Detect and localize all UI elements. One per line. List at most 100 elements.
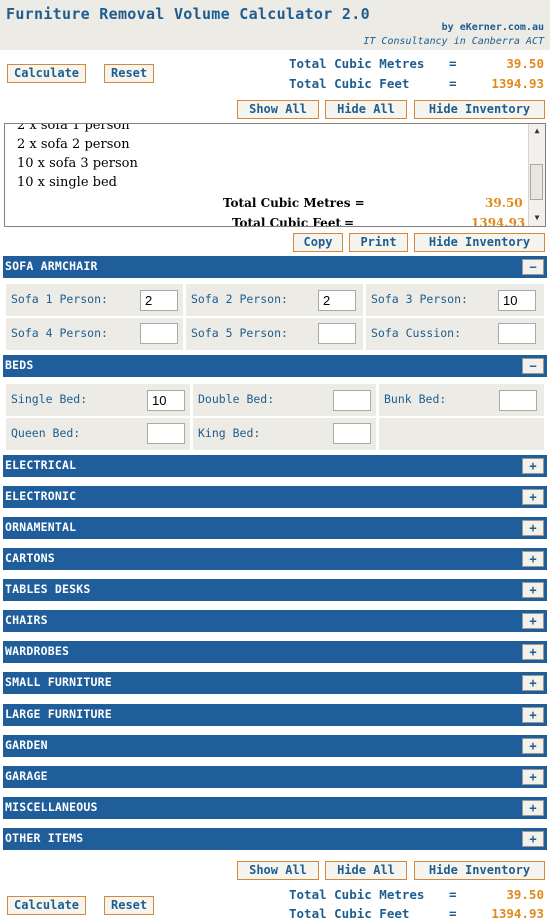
bottom-show-all-button[interactable]: Show All [237,861,319,880]
bunk-bed-input[interactable] [499,390,537,411]
section-title: OTHER ITEMS [5,831,84,845]
inventory-scrollbar[interactable]: ▲ ▼ [528,124,545,226]
section-beds[interactable]: BEDS − [3,355,547,377]
inventory-metres-label: Total Cubic Metres = [223,196,365,210]
field-label: King Bed: [198,426,261,440]
scroll-up-icon[interactable]: ▲ [532,126,542,136]
bottom-total-metres-label: Total Cubic Metres [289,887,425,902]
section-title: SOFA ARMCHAIR [5,259,98,273]
section-title: ORNAMENTAL [5,520,77,534]
inventory-metres-value: 39.50 [485,196,523,210]
total-metres-equals: = [449,56,457,71]
expand-icon[interactable]: + [522,675,544,691]
sofa-2-person-input[interactable] [318,290,356,311]
inventory-textbox[interactable]: 2 x sofa 1 person 2 x sofa 2 person 10 x… [4,123,546,227]
field-sofa-1: Sofa 1 Person: [6,284,183,316]
hide-inventory-button[interactable]: Hide Inventory [414,100,545,119]
total-feet-equals: = [449,76,457,91]
section-sofa-armchair[interactable]: SOFA ARMCHAIR − [3,256,547,278]
show-all-button[interactable]: Show All [237,100,319,119]
scroll-down-icon[interactable]: ▼ [532,213,542,223]
inventory-line: 2 x sofa 2 person [17,137,130,152]
expand-icon[interactable]: + [522,582,544,598]
single-bed-input[interactable] [147,390,185,411]
bottom-hide-inventory-button[interactable]: Hide Inventory [414,861,545,880]
section-miscellaneous[interactable]: MISCELLANEOUS + [3,797,547,819]
bottom-total-feet-equals: = [449,906,457,921]
expand-icon[interactable]: + [522,458,544,474]
field-label: Double Bed: [198,392,275,406]
expand-icon[interactable]: + [522,707,544,723]
section-title: MISCELLANEOUS [5,800,98,814]
section-cartons[interactable]: CARTONS + [3,548,547,570]
inventory-line: 10 x single bed [17,175,117,190]
section-title: ELECTRONIC [5,489,77,503]
section-title: ELECTRICAL [5,458,77,472]
collapse-icon[interactable]: − [522,259,544,275]
inventory-hide-button[interactable]: Hide Inventory [414,233,545,252]
expand-icon[interactable]: + [522,613,544,629]
sofa-3-person-input[interactable] [498,290,536,311]
section-large-furniture[interactable]: LARGE FURNITURE + [3,704,547,726]
expand-icon[interactable]: + [522,769,544,785]
field-sofa-4: Sofa 4 Person: [6,318,183,350]
queen-bed-input[interactable] [147,423,185,444]
sofa-cussion-input[interactable] [498,323,536,344]
section-garage[interactable]: GARAGE + [3,766,547,788]
section-electrical[interactable]: ELECTRICAL + [3,455,547,477]
section-small-furniture[interactable]: SMALL FURNITURE + [3,672,547,694]
section-electronic[interactable]: ELECTRONIC + [3,486,547,508]
section-title: TABLES DESKS [5,582,91,596]
inventory-line: 2 x sofa 1 person [17,123,130,133]
total-metres-label: Total Cubic Metres [289,56,425,71]
section-title: CARTONS [5,551,55,565]
field-label: Sofa 4 Person: [11,326,108,340]
double-bed-input[interactable] [333,390,371,411]
field-king-bed: King Bed: [193,418,376,450]
copy-button[interactable]: Copy [293,233,343,252]
field-label: Sofa 1 Person: [11,292,108,306]
bottom-calculate-button[interactable]: Calculate [7,896,87,915]
inventory-content: 2 x sofa 1 person 2 x sofa 2 person 10 x… [17,123,527,227]
field-bunk-bed: Bunk Bed: [379,384,544,416]
expand-icon[interactable]: + [522,644,544,660]
print-button[interactable]: Print [349,233,408,252]
reset-button[interactable]: Reset [104,64,155,83]
bottom-total-metres-value: 39.50 [506,887,544,902]
field-single-bed: Single Bed: [6,384,190,416]
king-bed-input[interactable] [333,423,371,444]
field-label: Sofa 5 Person: [191,326,288,340]
expand-icon[interactable]: + [522,551,544,567]
inventory-feet-label: Total Cubic Feet [232,216,341,227]
scroll-thumb[interactable] [530,164,543,200]
expand-icon[interactable]: + [522,520,544,536]
section-title: WARDROBES [5,644,70,658]
byline-link[interactable]: by eKerner.com.au [442,22,544,33]
section-other-items[interactable]: OTHER ITEMS + [3,828,547,850]
sofa-4-person-input[interactable] [140,323,178,344]
section-ornamental[interactable]: ORNAMENTAL + [3,517,547,539]
collapse-icon[interactable]: − [522,358,544,374]
section-garden[interactable]: GARDEN + [3,735,547,757]
field-queen-bed: Queen Bed: [6,418,190,450]
expand-icon[interactable]: + [522,831,544,847]
field-sofa-2: Sofa 2 Person: [186,284,363,316]
expand-icon[interactable]: + [522,800,544,816]
calculate-button[interactable]: Calculate [7,64,87,83]
sofa-5-person-input[interactable] [318,323,356,344]
empty-cell [379,418,544,450]
bottom-reset-button[interactable]: Reset [104,896,155,915]
bottom-total-metres-equals: = [449,887,457,902]
expand-icon[interactable]: + [522,738,544,754]
expand-icon[interactable]: + [522,489,544,505]
hide-all-button[interactable]: Hide All [325,100,407,119]
total-feet-value: 1394.93 [491,76,544,91]
bottom-hide-all-button[interactable]: Hide All [325,861,407,880]
section-chairs[interactable]: CHAIRS + [3,610,547,632]
section-tables-desks[interactable]: TABLES DESKS + [3,579,547,601]
sofa-1-person-input[interactable] [140,290,178,311]
field-label: Sofa Cussion: [371,326,462,340]
section-wardrobes[interactable]: WARDROBES + [3,641,547,663]
inventory-feet-equals: = [344,216,355,227]
field-sofa-5: Sofa 5 Person: [186,318,363,350]
